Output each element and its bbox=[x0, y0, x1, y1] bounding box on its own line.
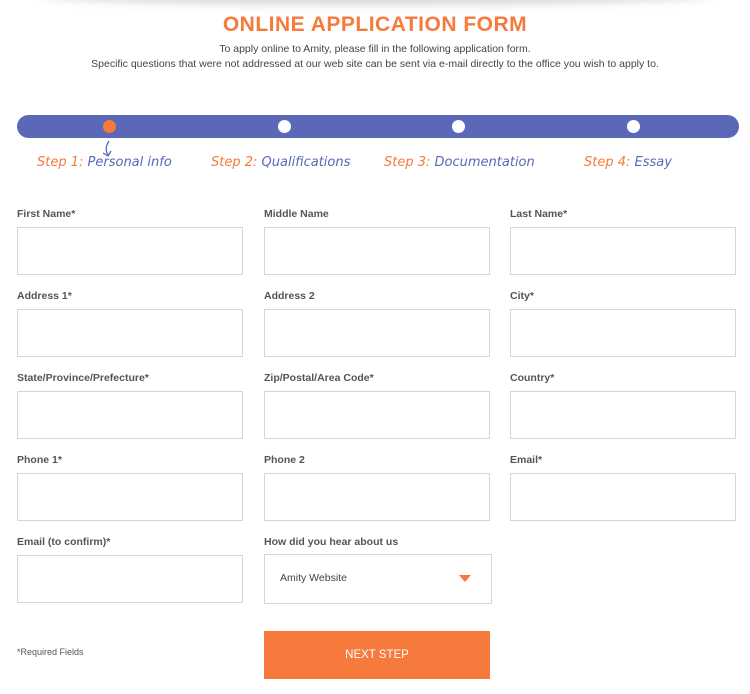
step-1-dot[interactable] bbox=[103, 120, 116, 133]
step-1-label[interactable]: Step 1: Personal info bbox=[37, 155, 172, 170]
first-name-label: First Name* bbox=[17, 208, 76, 220]
phone2-label: Phone 2 bbox=[264, 454, 305, 466]
required-fields-note: *Required Fields bbox=[17, 647, 84, 657]
phone1-input[interactable] bbox=[17, 473, 243, 521]
page-subtitle-line2: Specific questions that were not address… bbox=[91, 58, 659, 70]
middle-name-input[interactable] bbox=[264, 227, 490, 275]
hear-about-selected-value: Amity Website bbox=[280, 572, 347, 584]
email-confirm-input[interactable] bbox=[17, 555, 243, 603]
phone2-input[interactable] bbox=[264, 473, 490, 521]
step-1-name: Personal info bbox=[87, 155, 172, 170]
step-2-name: Qualifications bbox=[261, 155, 351, 170]
next-step-button[interactable]: NEXT STEP bbox=[264, 631, 490, 679]
step-1-number: Step 1: bbox=[37, 155, 84, 170]
hear-about-select[interactable]: Amity Website bbox=[264, 554, 492, 604]
step-3-label[interactable]: Step 3: Documentation bbox=[384, 155, 535, 170]
city-label: City* bbox=[510, 290, 534, 302]
zip-input[interactable] bbox=[264, 391, 490, 439]
city-input[interactable] bbox=[510, 309, 736, 357]
address2-input[interactable] bbox=[264, 309, 490, 357]
page-title: ONLINE APPLICATION FORM bbox=[222, 13, 528, 36]
middle-name-label: Middle Name bbox=[264, 208, 329, 220]
step-progress-bar bbox=[17, 115, 739, 138]
email-confirm-label: Email (to confirm)* bbox=[17, 536, 111, 548]
step-2-label[interactable]: Step 2: Qualifications bbox=[211, 155, 350, 170]
last-name-label: Last Name* bbox=[510, 208, 568, 220]
country-label: Country* bbox=[510, 372, 555, 384]
country-input[interactable] bbox=[510, 391, 736, 439]
state-label: State/Province/Prefecture* bbox=[17, 372, 149, 384]
state-input[interactable] bbox=[17, 391, 243, 439]
email-label: Email* bbox=[510, 454, 543, 466]
dropdown-arrow-icon bbox=[459, 575, 471, 582]
step-2-dot[interactable] bbox=[278, 120, 291, 133]
phone1-label: Phone 1* bbox=[17, 454, 62, 466]
step-4-number: Step 4: bbox=[584, 155, 631, 170]
first-name-input[interactable] bbox=[17, 227, 243, 275]
step-2-number: Step 2: bbox=[211, 155, 258, 170]
hear-about-label: How did you hear about us bbox=[264, 536, 399, 548]
address1-label: Address 1* bbox=[17, 290, 72, 302]
last-name-input[interactable] bbox=[510, 227, 736, 275]
zip-label: Zip/Postal/Area Code* bbox=[264, 372, 374, 384]
address2-label: Address 2 bbox=[264, 290, 315, 302]
step-4-name: Essay bbox=[634, 155, 672, 170]
address1-input[interactable] bbox=[17, 309, 243, 357]
step-4-dot[interactable] bbox=[627, 120, 640, 133]
email-input[interactable] bbox=[510, 473, 736, 521]
step-3-name: Documentation bbox=[434, 155, 535, 170]
page-subtitle-line1: To apply online to Amity, please fill in… bbox=[219, 43, 531, 55]
step-4-label[interactable]: Step 4: Essay bbox=[584, 155, 672, 170]
step-3-dot[interactable] bbox=[452, 120, 465, 133]
step-3-number: Step 3: bbox=[384, 155, 431, 170]
